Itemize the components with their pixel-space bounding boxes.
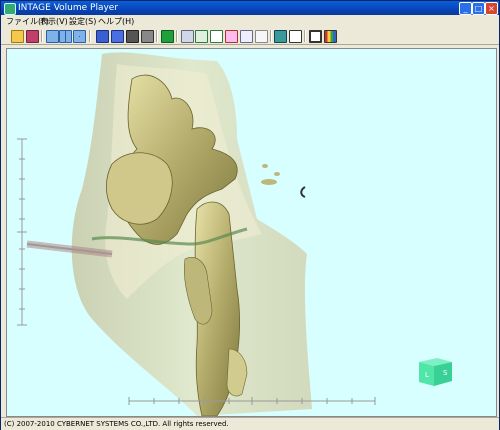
minimize-button[interactable]: _ (459, 2, 472, 15)
app-icon (4, 3, 16, 15)
menu-help[interactable]: ヘルプ(H) (98, 16, 134, 27)
rotate-cube-icon[interactable] (195, 30, 208, 43)
status-bar: (C) 2007-2010 CYBERNET SYSTEMS CO.,LTD. … (1, 417, 499, 430)
menu-bar: ファイル(F) 表示(V) 設定(S) ヘルプ(H) (1, 15, 499, 28)
clip-icon[interactable] (240, 30, 253, 43)
color-palette-icon[interactable] (324, 30, 337, 43)
toolbar-separator (41, 30, 43, 42)
vertical-ruler (17, 138, 27, 326)
bone-chip (262, 164, 268, 168)
green-square-icon[interactable] (161, 30, 174, 43)
orientation-cube[interactable]: L S (419, 358, 452, 386)
window-icon[interactable] (309, 30, 322, 43)
landmark-icon[interactable] (289, 30, 302, 43)
maximize-button[interactable]: □ (472, 2, 485, 15)
mpr-icon[interactable] (181, 30, 194, 43)
toolbar-separator (270, 30, 272, 42)
dark-fragment (300, 186, 306, 198)
save-volume-icon[interactable] (26, 30, 39, 43)
bone-chip (261, 179, 277, 185)
four-view-icon[interactable] (73, 30, 86, 43)
bone-chip (274, 172, 280, 176)
toolbar (1, 28, 499, 45)
cube-view-side-icon[interactable] (111, 30, 124, 43)
open-folder-icon[interactable] (11, 30, 24, 43)
toolbar-separator (176, 30, 178, 42)
orientation-label-front: S (443, 369, 448, 377)
cube-view-front-icon[interactable] (96, 30, 109, 43)
single-view-icon[interactable] (46, 30, 59, 43)
two-view-icon[interactable] (59, 30, 72, 43)
horizontal-ruler (128, 397, 376, 405)
copyright-text: (C) 2007-2010 CYBERNET SYSTEMS CO.,LTD. … (4, 420, 229, 428)
close-button[interactable]: × (485, 2, 498, 15)
cube-view-iso-icon[interactable] (141, 30, 154, 43)
volume-render-canvas[interactable]: L S (7, 49, 496, 416)
cross-section-icon[interactable] (210, 30, 223, 43)
window-level-icon[interactable] (255, 30, 268, 43)
toolbar-separator (89, 30, 91, 42)
menu-settings[interactable]: 設定(S) (69, 16, 96, 27)
toolbar-separator (156, 30, 158, 42)
toolbar-separator (304, 30, 306, 42)
app-window: INTAGE Volume Player _ □ × ファイル(F) 表示(V)… (0, 0, 500, 430)
menu-view[interactable]: 表示(V) (40, 16, 68, 27)
cube-view-top-icon[interactable] (126, 30, 139, 43)
mip-icon[interactable] (225, 30, 238, 43)
volume-render-viewport[interactable]: L S (6, 48, 497, 417)
orientation-label-left: L (425, 371, 429, 379)
title-bar[interactable]: INTAGE Volume Player _ □ × (1, 1, 499, 15)
window-title: INTAGE Volume Player (18, 3, 119, 13)
3d-object-icon[interactable] (274, 30, 287, 43)
